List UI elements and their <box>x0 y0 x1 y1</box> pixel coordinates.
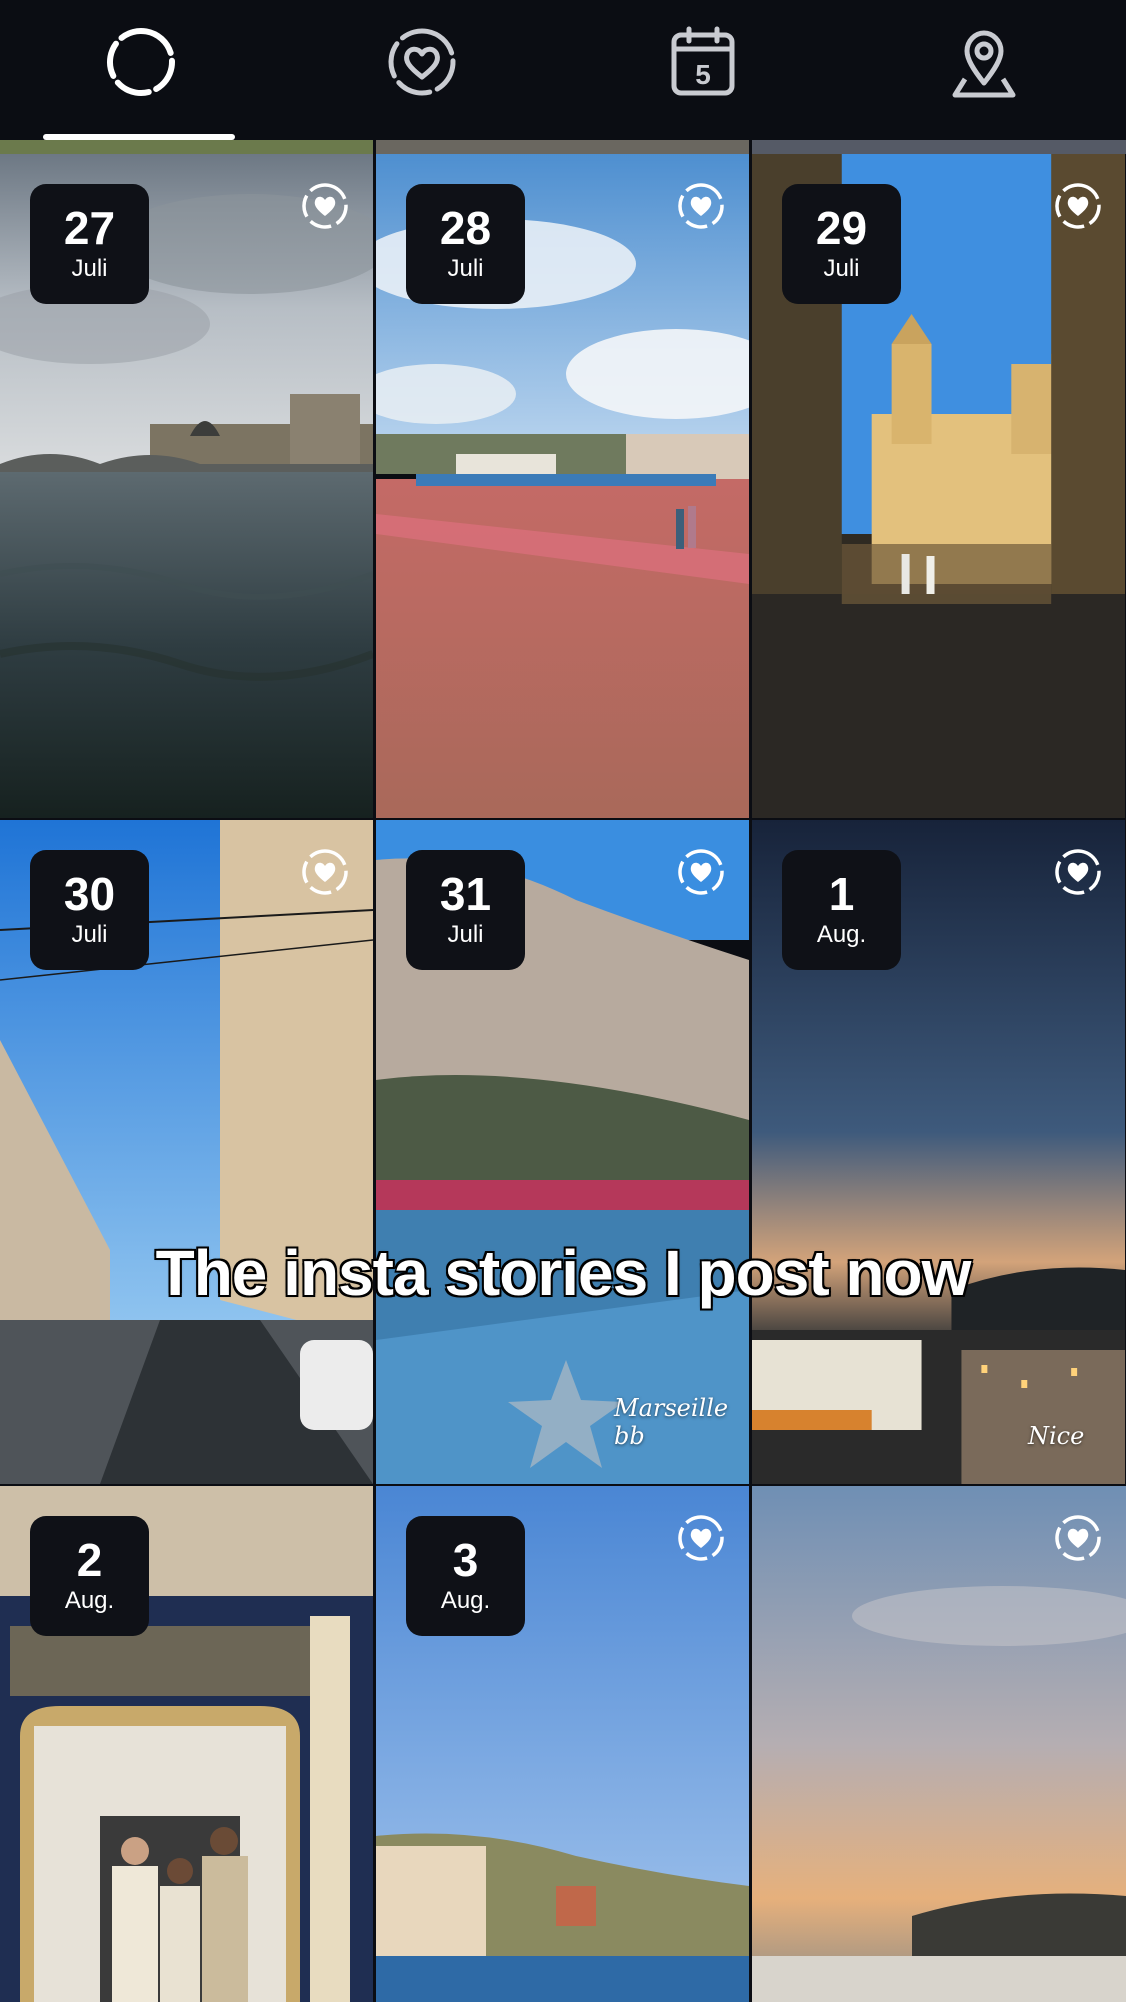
story-tile[interactable]: 2 Aug. <box>0 1486 373 2002</box>
date-badge: 27 Juli <box>30 184 149 304</box>
calendar-day-label: 5 <box>695 59 711 90</box>
highlight-heart-icon[interactable] <box>299 180 351 232</box>
grid-divider <box>373 154 376 2002</box>
date-day: 2 <box>76 1534 103 1586</box>
date-badge: 29 Juli <box>782 184 901 304</box>
tab-calendar[interactable]: 5 <box>562 0 843 140</box>
date-badge: 3 Aug. <box>406 1516 525 1636</box>
date-month: Aug. <box>440 1587 491 1614</box>
story-caption: Marseille bb <box>614 1394 729 1450</box>
story-caption: Nice <box>1028 1422 1085 1450</box>
stories-grid: 27 Juli 28 Juli 29 Juli 30 Juli 31 Juli … <box>0 154 1126 2002</box>
tab-highlights[interactable] <box>281 0 562 140</box>
grid-divider <box>749 154 752 2002</box>
date-month: Juli <box>71 921 108 948</box>
story-tile[interactable]: 31 Juli Marseille bb <box>376 820 749 1484</box>
highlight-heart-icon[interactable] <box>299 846 351 898</box>
story-tile[interactable]: 27 Juli <box>0 154 373 818</box>
overlay-caption: The insta stories I post now <box>155 1236 973 1310</box>
date-month: Juli <box>447 255 484 282</box>
date-badge: 30 Juli <box>30 850 149 970</box>
date-badge: 1 Aug. <box>782 850 901 970</box>
highlight-heart-icon[interactable] <box>675 846 727 898</box>
top-tab-bar: 5 <box>0 0 1126 140</box>
previous-row-peek <box>0 140 373 154</box>
date-badge: 28 Juli <box>406 184 525 304</box>
date-day: 30 <box>63 868 116 920</box>
date-day: 28 <box>439 202 492 254</box>
map-pin-icon <box>952 30 1015 98</box>
story-tile[interactable]: 29 Juli <box>752 154 1126 818</box>
story-tile[interactable]: 3 Aug. <box>376 1486 749 2002</box>
highlight-heart-icon[interactable] <box>1052 180 1104 232</box>
date-day: 3 <box>452 1534 479 1586</box>
tab-stories[interactable] <box>0 0 281 140</box>
date-month: Juli <box>71 255 108 282</box>
heart-dashed-circle-icon <box>388 28 455 96</box>
highlight-heart-icon[interactable] <box>1052 846 1104 898</box>
tab-map[interactable] <box>843 0 1124 140</box>
date-day: 27 <box>63 202 116 254</box>
story-tile[interactable]: 28 Juli <box>376 154 749 818</box>
date-month: Juli <box>823 255 860 282</box>
highlight-heart-icon[interactable] <box>1052 1512 1104 1564</box>
date-month: Aug. <box>64 1587 115 1614</box>
date-month: Aug. <box>816 921 867 948</box>
highlight-heart-icon[interactable] <box>675 1512 727 1564</box>
date-day: 31 <box>439 868 492 920</box>
calendar-icon: 5 <box>671 26 734 96</box>
date-badge: 2 Aug. <box>30 1516 149 1636</box>
active-tab-indicator <box>43 134 235 140</box>
highlight-heart-icon[interactable] <box>675 180 727 232</box>
grid-divider <box>0 1484 1126 1486</box>
date-day: 1 <box>828 868 855 920</box>
date-badge: 31 Juli <box>406 850 525 970</box>
date-day: 29 <box>815 202 868 254</box>
previous-row-peek <box>376 140 749 154</box>
story-tile[interactable] <box>752 1486 1126 2002</box>
dashed-circle-icon <box>106 28 175 96</box>
story-tile[interactable]: 1 Aug. Nice <box>752 820 1126 1484</box>
grid-divider <box>0 818 1126 820</box>
previous-row-peek <box>752 140 1126 154</box>
story-tile[interactable]: 30 Juli <box>0 820 373 1484</box>
date-month: Juli <box>447 921 484 948</box>
